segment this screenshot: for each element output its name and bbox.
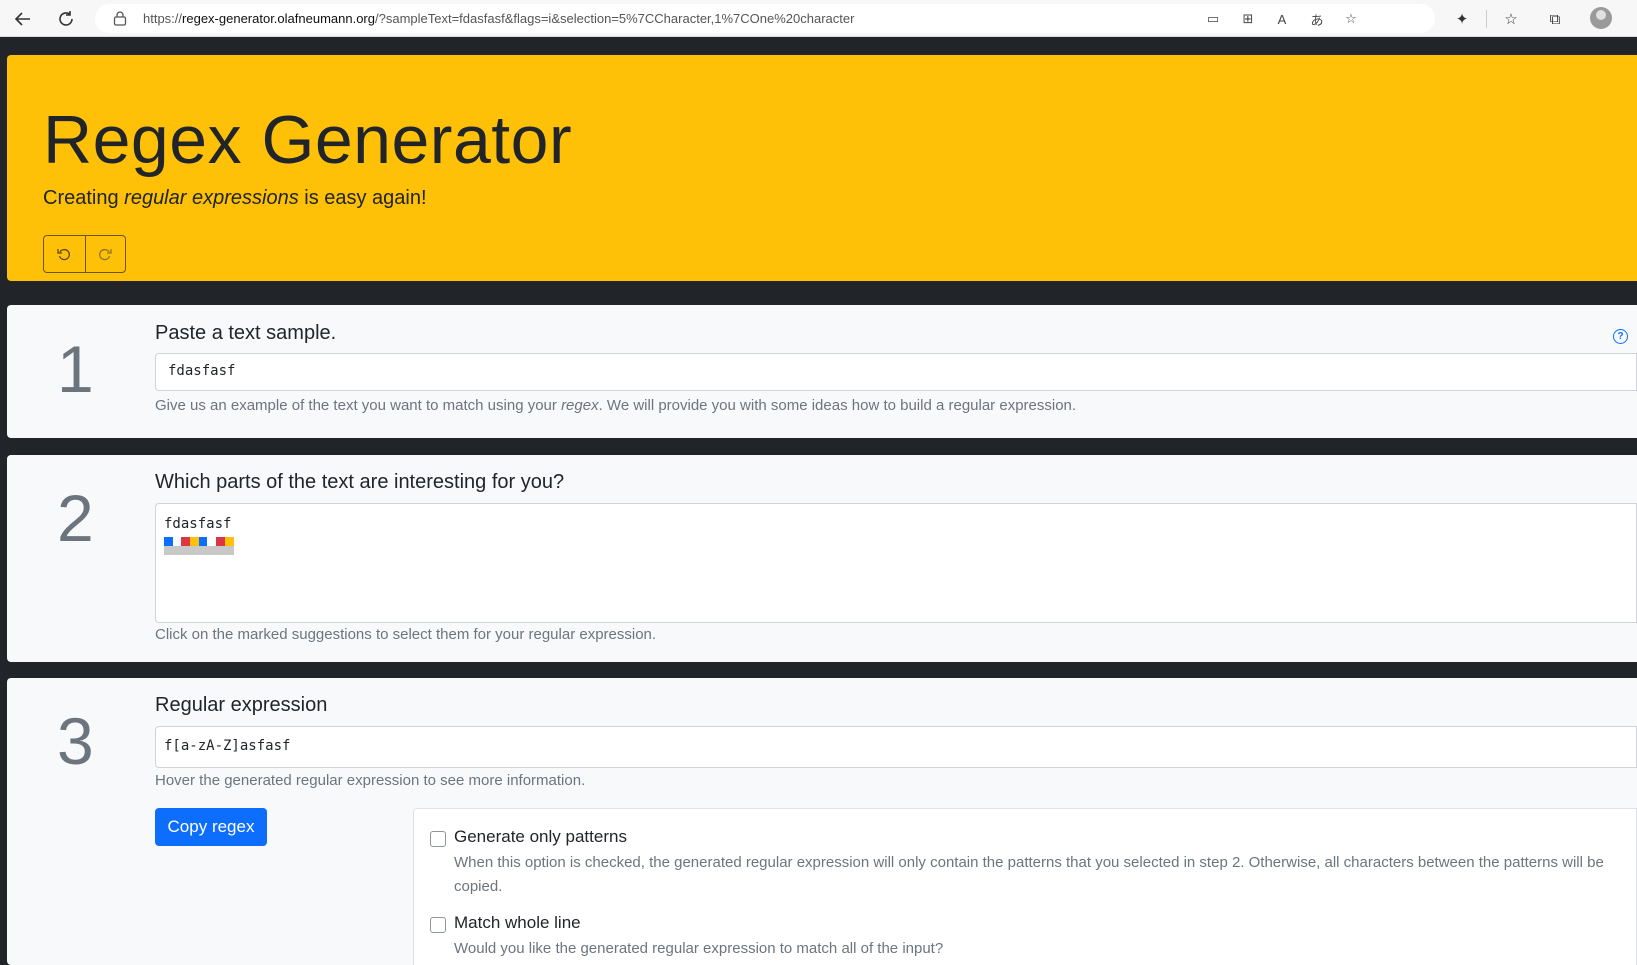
back-arrow-icon[interactable] [8, 4, 38, 34]
lock-icon [113, 11, 127, 26]
options-panel: Generate only patterns When this option … [413, 808, 1637, 965]
redo-button[interactable] [84, 236, 126, 272]
step-2-help: Click on the marked suggestions to selec… [155, 626, 657, 643]
step-3-title: Regular expression [155, 694, 328, 716]
header-banner: Regex Generator Creating regular express… [7, 55, 1637, 281]
suggestion-mark[interactable] [216, 537, 225, 546]
step-1-card: 1 Paste a text sample. ? fdasfasf Give u… [7, 305, 1637, 438]
undo-icon [57, 248, 71, 261]
help-icon[interactable]: ? [1613, 329, 1628, 344]
step-1-help: Give us an example of the text you want … [155, 397, 1077, 414]
toolbar-divider [1486, 10, 1487, 28]
match-whole-line-label[interactable]: Match whole line [454, 913, 581, 933]
regex-output[interactable]: f[a-zA-Z]asfasf [155, 726, 1637, 768]
translate-icon[interactable]: あ [1307, 9, 1327, 29]
address-bar[interactable]: https://regex-generator.olafneumann.org/… [95, 4, 1435, 33]
apps-icon[interactable]: ⊞ [1238, 9, 1258, 29]
suggestion-mark[interactable] [164, 537, 173, 546]
read-aloud-icon[interactable]: A [1272, 9, 1292, 29]
match-whole-line-checkbox[interactable] [430, 917, 446, 933]
suggestion-mark[interactable] [181, 537, 191, 546]
browser-toolbar: https://regex-generator.olafneumann.org/… [0, 0, 1637, 37]
page-subtitle: Creating regular expressions is easy aga… [43, 187, 427, 209]
generate-only-patterns-desc: When this option is checked, the generat… [454, 854, 1604, 895]
step-2-card: 2 Which parts of the text are interestin… [7, 455, 1637, 662]
suggestion-mark[interactable] [198, 537, 208, 546]
step-2-title: Which parts of the text are interesting … [155, 471, 565, 493]
step-number: 2 [57, 481, 94, 555]
favorites-icon[interactable]: ☆ [1500, 8, 1522, 30]
suggestion-mark-row[interactable] [164, 546, 234, 555]
collections-icon[interactable]: ⧉ [1544, 8, 1566, 30]
text-selection-area[interactable]: fdasfasf [155, 503, 1637, 623]
suggestion-marks[interactable] [164, 537, 234, 546]
device-icon[interactable]: ▭ [1203, 9, 1223, 29]
favorite-star-icon[interactable]: ☆ [1341, 9, 1361, 29]
sample-text-display[interactable]: fdasfasf [164, 516, 231, 532]
copy-regex-button[interactable]: Copy regex [155, 808, 267, 846]
step-3-help: Hover the generated regular expression t… [155, 772, 586, 789]
suggestion-mark[interactable] [224, 537, 234, 546]
url-text[interactable]: https://regex-generator.olafneumann.org/… [143, 11, 854, 26]
suggestion-mark[interactable] [172, 537, 182, 546]
extensions-icon[interactable]: ✦ [1451, 8, 1473, 30]
generate-only-patterns-checkbox[interactable] [430, 831, 446, 847]
step-3-card: 3 Regular expression f[a-zA-Z]asfasf Hov… [7, 678, 1637, 965]
redo-icon [99, 248, 112, 261]
step-number: 1 [57, 332, 94, 406]
page-title: Regex Generator [43, 102, 573, 178]
undo-button[interactable] [44, 236, 85, 272]
profile-avatar[interactable] [1590, 7, 1612, 29]
undo-redo-group [43, 235, 126, 273]
step-number: 3 [57, 704, 94, 778]
sample-text-input[interactable]: fdasfasf [155, 353, 1637, 391]
step-1-title: Paste a text sample. [155, 322, 337, 344]
match-whole-line-desc: Would you like the generated regular exp… [454, 940, 944, 957]
suggestion-mark[interactable] [207, 537, 217, 546]
suggestion-mark[interactable] [190, 537, 199, 546]
reload-icon[interactable] [51, 4, 81, 34]
generate-only-patterns-label[interactable]: Generate only patterns [454, 827, 627, 847]
